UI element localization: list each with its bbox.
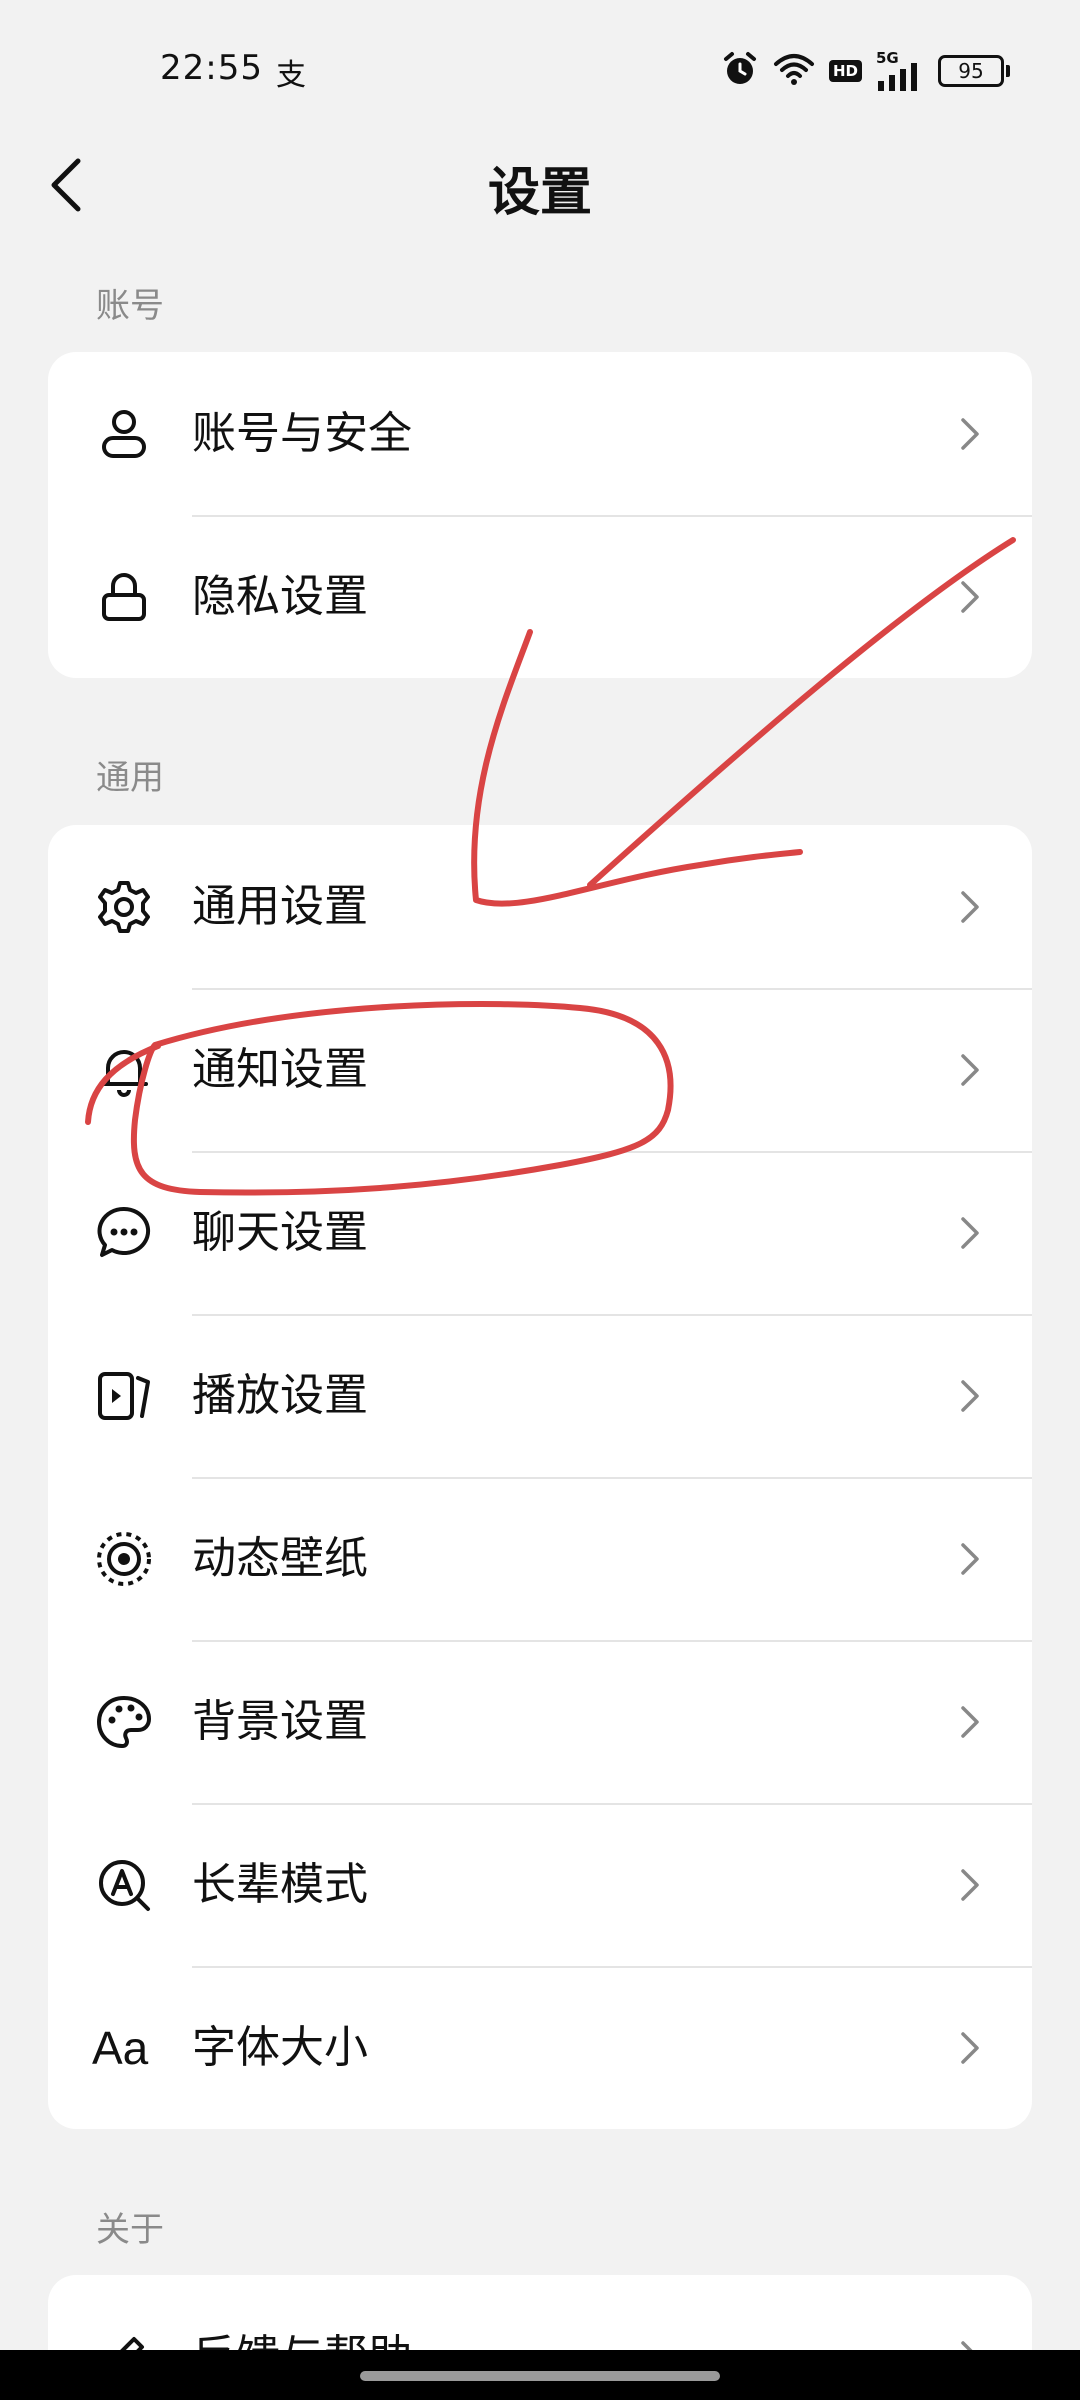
section-label-general: 通用	[96, 758, 164, 798]
chevron-right-icon	[958, 2335, 982, 2350]
row-label: 反馈与帮助	[192, 2275, 412, 2350]
status-bar: 22:55 支 HD 5G 95	[0, 0, 1080, 140]
row-label: 长辈模式	[192, 1859, 368, 1910]
status-icons: HD 5G 95	[721, 49, 1010, 92]
section-label-account: 账号	[96, 286, 164, 326]
gear-icon	[92, 875, 156, 939]
settings-screen: 22:55 支 HD 5G 95 设置 账号 账号与安全 隐私设置 通用 通用设…	[0, 0, 1080, 2350]
person-icon	[92, 402, 156, 466]
row-notification-settings[interactable]: 通知设置	[48, 988, 1032, 1151]
chevron-right-icon	[958, 1211, 982, 1255]
row-label: 聊天设置	[192, 1207, 368, 1258]
chevron-right-icon	[958, 1700, 982, 1744]
row-chat-settings[interactable]: 聊天设置	[48, 1151, 1032, 1314]
status-time: 22:55	[160, 48, 263, 88]
account-card: 账号与安全 隐私设置	[48, 352, 1032, 678]
row-label: 播放设置	[192, 1370, 368, 1421]
row-playback-settings[interactable]: 播放设置	[48, 1314, 1032, 1477]
chevron-right-icon	[958, 1863, 982, 1907]
row-label: 账号与安全	[192, 408, 412, 459]
chevron-right-icon	[958, 1048, 982, 1092]
section-label-about: 关于	[96, 2210, 164, 2250]
row-font-size[interactable]: Aa 字体大小	[48, 1966, 1032, 2129]
chevron-right-icon	[958, 885, 982, 929]
row-label: 字体大小	[192, 2022, 368, 2073]
row-privacy-settings[interactable]: 隐私设置	[48, 515, 1032, 678]
row-feedback-help[interactable]: 反馈与帮助	[48, 2275, 1032, 2350]
row-dynamic-wallpaper[interactable]: 动态壁纸	[48, 1477, 1032, 1640]
chevron-right-icon	[958, 2026, 982, 2070]
row-label: 背景设置	[192, 1696, 368, 1747]
chevron-right-icon	[958, 575, 982, 619]
row-general-settings[interactable]: 通用设置	[48, 825, 1032, 988]
row-label: 通知设置	[192, 1044, 368, 1095]
battery-level: 95	[958, 59, 984, 83]
chat-bubble-icon	[92, 1201, 156, 1265]
palette-icon	[92, 1690, 156, 1754]
alarm-icon	[721, 50, 759, 92]
chevron-right-icon	[958, 1374, 982, 1418]
page-title: 设置	[487, 163, 592, 223]
general-card: 通用设置 通知设置 聊天设置 播放设置 动态壁纸 背景设置 长辈模式 Aa 字体…	[48, 825, 1032, 2129]
signal-5g-icon: 5G	[876, 49, 924, 91]
play-screen-icon	[92, 1364, 156, 1428]
hd-icon: HD	[828, 60, 862, 82]
about-card: 反馈与帮助	[48, 2275, 1032, 2350]
lock-icon	[92, 565, 156, 629]
elder-mode-icon	[92, 1853, 156, 1917]
pencil-icon	[92, 2325, 156, 2350]
row-label: 动态壁纸	[192, 1533, 368, 1584]
notification-app-icon: 支	[276, 58, 306, 93]
battery-icon: 95	[938, 55, 1010, 87]
dynamic-wallpaper-icon	[92, 1527, 156, 1591]
bell-icon	[92, 1038, 156, 1102]
font-size-icon: Aa	[92, 2021, 149, 2074]
home-indicator[interactable]	[360, 2371, 720, 2381]
row-elder-mode[interactable]: 长辈模式	[48, 1803, 1032, 1966]
chevron-right-icon	[958, 1537, 982, 1581]
chevron-right-icon	[958, 412, 982, 456]
row-label: 通用设置	[192, 881, 368, 932]
row-label: 隐私设置	[192, 571, 368, 622]
row-account-security[interactable]: 账号与安全	[48, 352, 1032, 515]
wifi-icon	[773, 52, 815, 90]
row-background-settings[interactable]: 背景设置	[48, 1640, 1032, 1803]
